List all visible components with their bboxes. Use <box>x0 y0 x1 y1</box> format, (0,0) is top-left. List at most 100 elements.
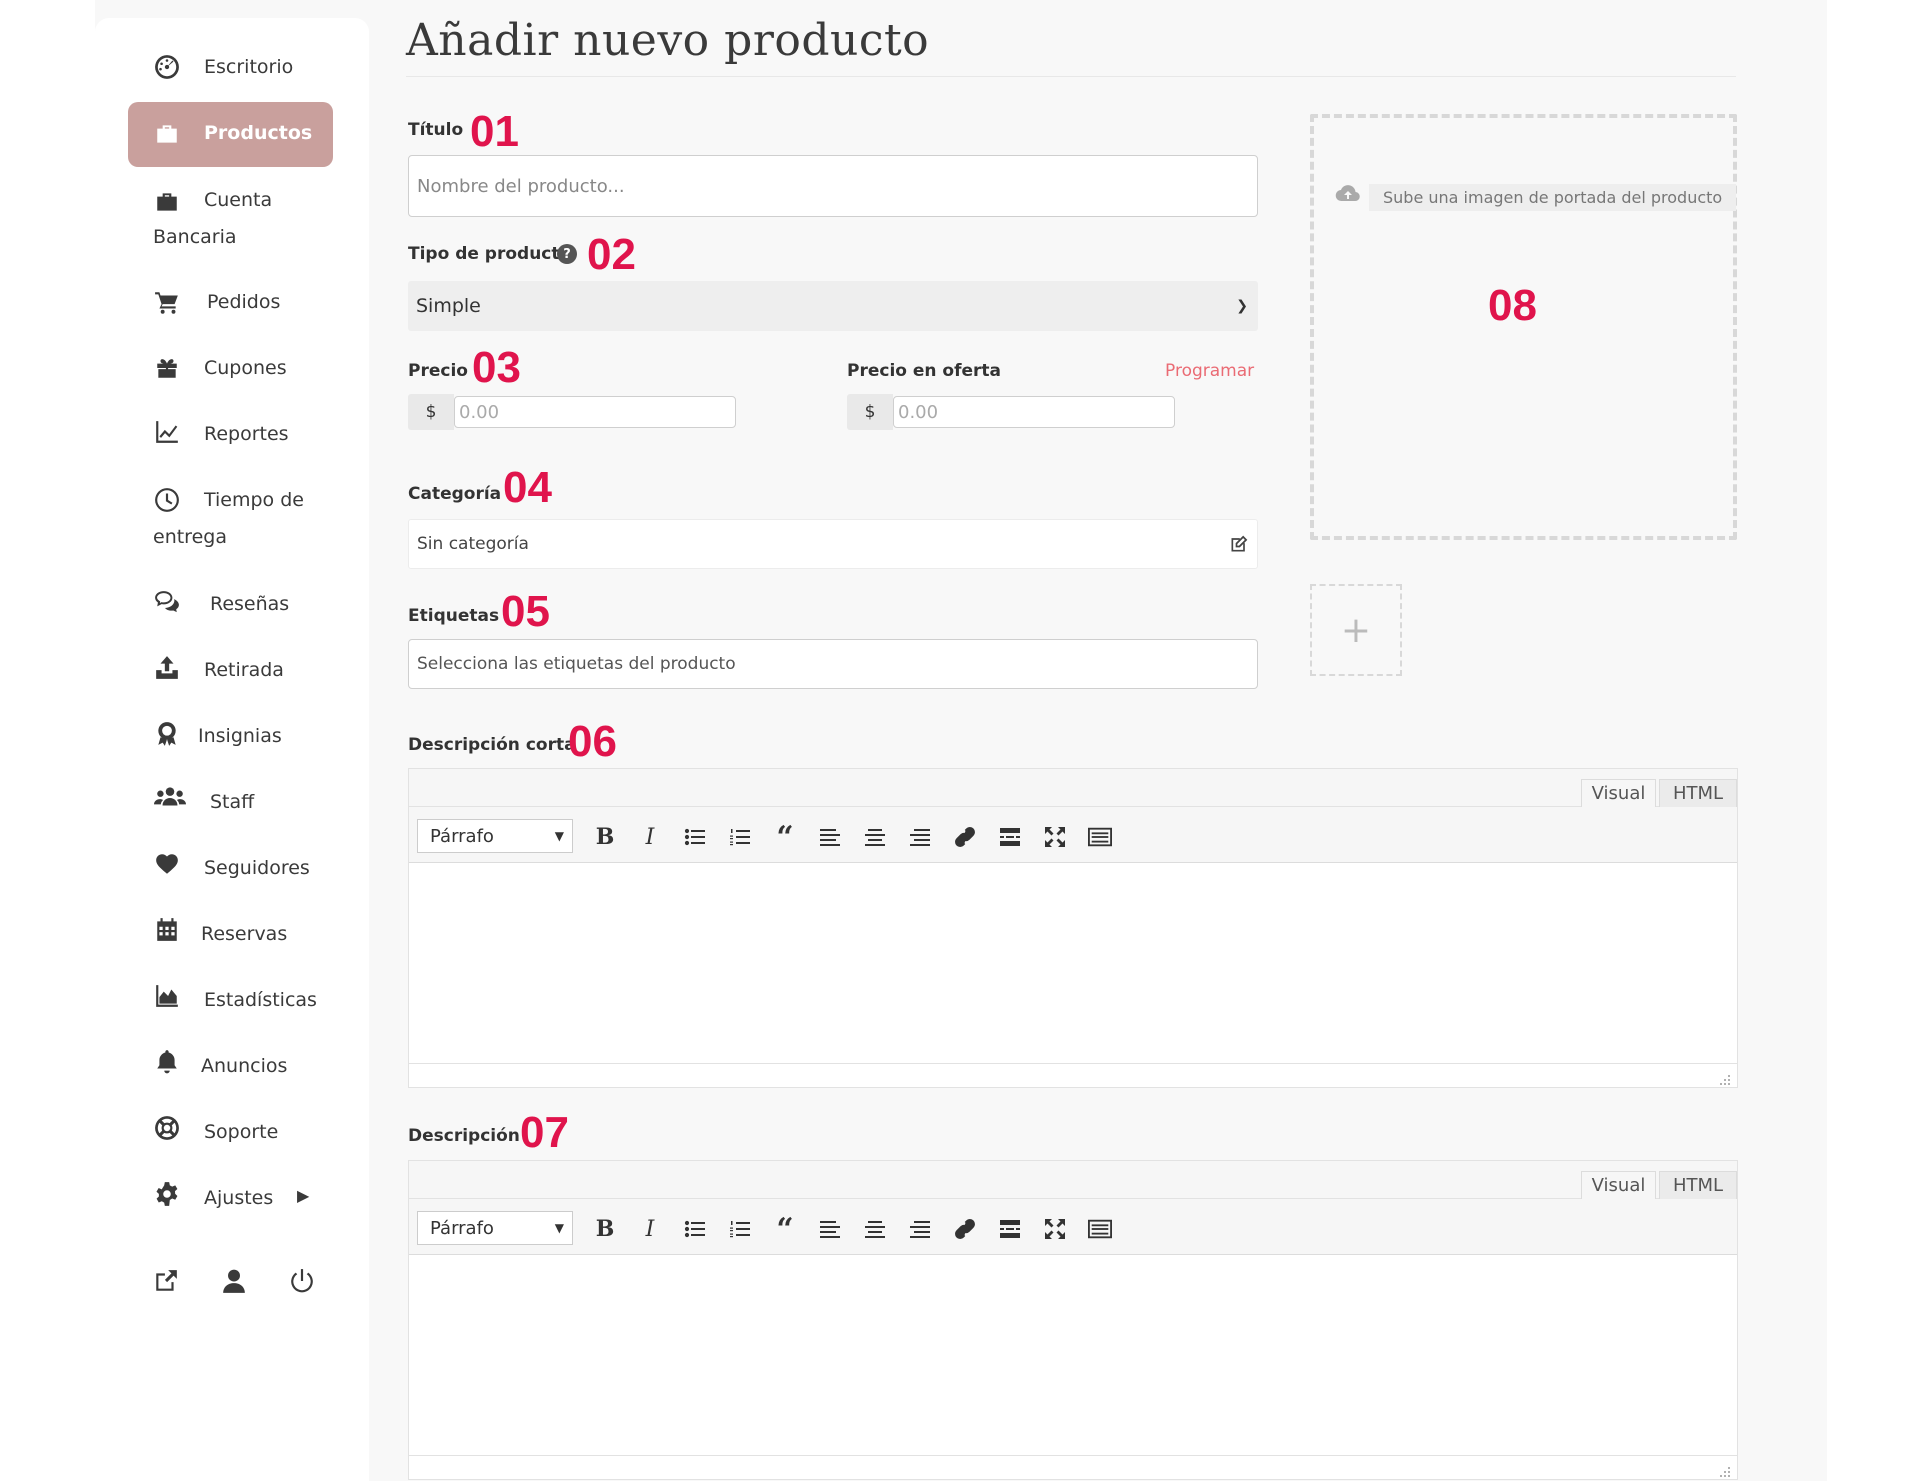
bullet-list-icon[interactable] <box>681 823 709 851</box>
editor-status-bar <box>409 1455 1737 1479</box>
comments-icon <box>153 588 181 616</box>
tab-visual[interactable]: Visual <box>1581 779 1656 807</box>
fullscreen-icon[interactable] <box>1041 823 1069 851</box>
numbered-list-icon[interactable] <box>726 1215 754 1243</box>
editor-content-area[interactable] <box>409 1255 1737 1457</box>
read-more-icon[interactable] <box>996 1215 1024 1243</box>
award-icon <box>153 720 181 748</box>
editor-tabs: Visual HTML <box>409 1161 1737 1199</box>
sidebar-item-label: Reseñas <box>210 593 290 615</box>
align-left-icon[interactable] <box>816 1215 844 1243</box>
product-type-label: Tipo de producto <box>408 244 572 264</box>
numbered-list-icon[interactable] <box>726 823 754 851</box>
sidebar-item-label: Seguidores <box>204 857 310 879</box>
short-description-label: Descripción corta <box>408 735 576 755</box>
resize-handle-icon[interactable] <box>1719 1463 1731 1477</box>
cloud-upload-icon <box>1335 184 1361 210</box>
sale-price-label: Precio en oferta <box>847 361 1002 381</box>
upload-hint[interactable]: Sube una imagen de portada del producto <box>1335 182 1737 212</box>
editor-content-area[interactable] <box>409 863 1737 1065</box>
bullet-list-icon[interactable] <box>681 1215 709 1243</box>
power-icon[interactable] <box>289 1268 317 1296</box>
link-icon[interactable] <box>951 1215 979 1243</box>
sidebar-item-label: Cupones <box>204 357 287 379</box>
read-more-icon[interactable] <box>996 823 1024 851</box>
italic-icon[interactable]: I <box>636 1215 664 1243</box>
step-number: 02 <box>587 230 636 279</box>
sidebar-item-retirada[interactable]: Retirada <box>95 656 369 686</box>
description-label: Descripción <box>408 1126 520 1146</box>
cart-icon <box>153 288 181 316</box>
sidebar-item-pedidos[interactable]: Pedidos <box>95 288 369 318</box>
chevron-down-icon: ❯ <box>1236 298 1248 314</box>
currency-addon: $ <box>847 394 893 430</box>
currency-addon: $ <box>408 394 454 430</box>
short-description-editor: Visual HTML Párrafo ▼ B I “ <box>408 768 1738 1088</box>
sidebar-item-label: Productos <box>204 122 313 144</box>
divider <box>406 76 1736 77</box>
product-type-select[interactable]: Simple ❯ <box>408 281 1258 331</box>
fullscreen-icon[interactable] <box>1041 1215 1069 1243</box>
bold-icon[interactable]: B <box>591 823 619 851</box>
schedule-link[interactable]: Programar <box>1165 361 1254 381</box>
sidebar-item-label: Escritorio <box>204 56 294 78</box>
italic-icon[interactable]: I <box>636 823 664 851</box>
align-center-icon[interactable] <box>861 823 889 851</box>
product-title-input[interactable]: Nombre del producto... <box>408 155 1258 217</box>
format-select[interactable]: Párrafo ▼ <box>417 1211 573 1245</box>
external-link-icon[interactable] <box>153 1268 181 1296</box>
sidebar-item-anuncios[interactable]: Anuncios <box>95 1050 369 1082</box>
sidebar-item-cuenta-bancaria[interactable]: Cuenta Bancaria <box>95 186 369 260</box>
sidebar-item-insignias[interactable]: Insignias <box>95 722 369 752</box>
blockquote-icon[interactable]: “ <box>771 820 799 855</box>
sidebar-item-soporte[interactable]: Soporte <box>95 1116 369 1148</box>
sidebar-item-reportes[interactable]: Reportes <box>95 420 369 450</box>
blockquote-icon[interactable]: “ <box>771 1212 799 1247</box>
line-chart-icon <box>153 418 181 446</box>
align-right-icon[interactable] <box>906 1215 934 1243</box>
input-placeholder: Selecciona las etiquetas del producto <box>417 654 736 674</box>
sale-price-input[interactable]: 0.00 <box>893 396 1175 428</box>
sidebar: Escritorio Productos Cuenta Bancaria Ped… <box>95 18 369 1481</box>
format-select[interactable]: Párrafo ▼ <box>417 819 573 853</box>
edit-icon[interactable] <box>1229 534 1249 554</box>
tab-visual[interactable]: Visual <box>1581 1171 1656 1199</box>
align-left-icon[interactable] <box>816 823 844 851</box>
sidebar-item-seguidores[interactable]: Seguidores <box>95 854 369 884</box>
sidebar-item-resenas[interactable]: Reseñas <box>95 590 369 620</box>
category-select[interactable]: Sin categoría <box>408 519 1258 569</box>
sidebar-item-productos[interactable]: Productos <box>128 102 333 167</box>
keyboard-icon[interactable] <box>1086 1215 1114 1243</box>
sidebar-item-ajustes[interactable]: Ajustes ▶ <box>95 1182 369 1214</box>
tab-html[interactable]: HTML <box>1659 779 1737 807</box>
link-icon[interactable] <box>951 823 979 851</box>
keyboard-icon[interactable] <box>1086 823 1114 851</box>
sidebar-item-label: Pedidos <box>207 291 281 313</box>
align-center-icon[interactable] <box>861 1215 889 1243</box>
sidebar-item-estadisticas[interactable]: Estadísticas <box>95 985 369 1016</box>
input-placeholder: 0.00 <box>459 401 500 423</box>
align-right-icon[interactable] <box>906 823 934 851</box>
sidebar-item-staff[interactable]: Staff <box>95 787 369 818</box>
step-number: 01 <box>470 107 519 156</box>
tags-input[interactable]: Selecciona las etiquetas del producto <box>408 639 1258 689</box>
editor-status-bar <box>409 1063 1737 1087</box>
sidebar-item-tiempo-entrega[interactable]: Tiempo de entrega <box>95 484 369 558</box>
bold-icon[interactable]: B <box>591 1215 619 1243</box>
step-number: 08 <box>1488 281 1537 330</box>
sidebar-item-reservas[interactable]: Reservas <box>95 918 369 950</box>
sidebar-item-cupones[interactable]: Cupones <box>95 354 369 384</box>
price-input[interactable]: 0.00 <box>454 396 736 428</box>
user-icon[interactable] <box>221 1268 249 1296</box>
sidebar-item-label: Anuncios <box>201 1055 288 1077</box>
step-number: 03 <box>472 343 521 392</box>
caret-right-icon: ▶ <box>297 1186 310 1205</box>
resize-handle-icon[interactable] <box>1719 1071 1731 1085</box>
sidebar-item-label: Tiempo de entrega <box>153 489 304 548</box>
sidebar-item-escritorio[interactable]: Escritorio <box>95 53 369 83</box>
tab-html[interactable]: HTML <box>1659 1171 1737 1199</box>
description-editor: Visual HTML Párrafo ▼ B I “ <box>408 1160 1738 1480</box>
title-label: Título <box>408 120 464 140</box>
help-icon[interactable]: ? <box>557 244 577 264</box>
add-gallery-image-button[interactable]: + <box>1310 584 1402 676</box>
